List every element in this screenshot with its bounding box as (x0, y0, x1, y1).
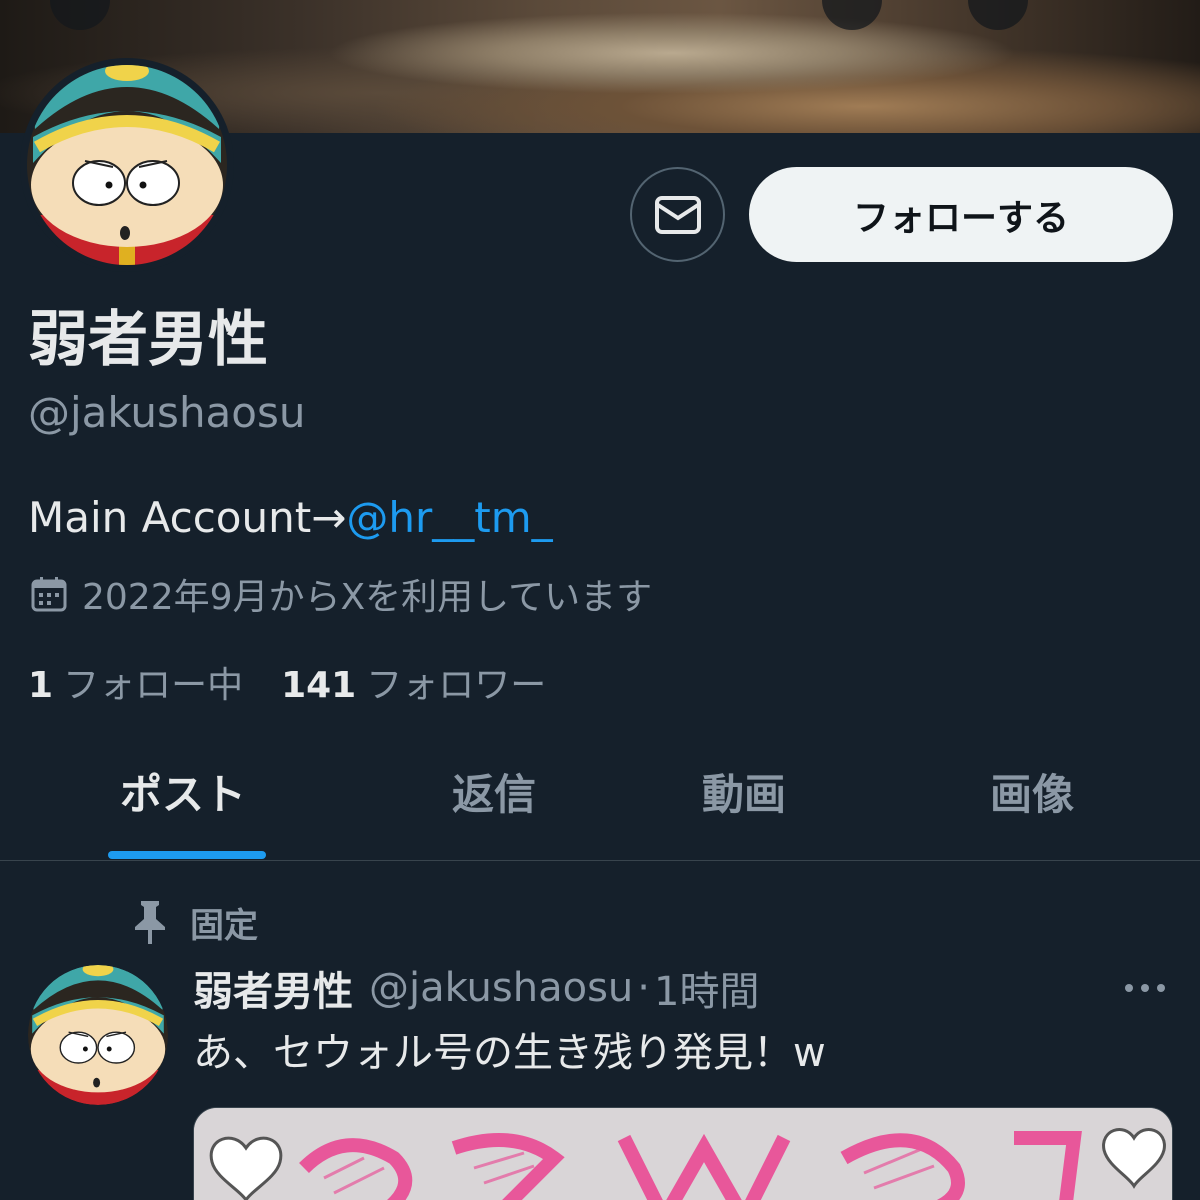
bio-text: Main Account→ (28, 493, 347, 542)
post-image-content (194, 1108, 1172, 1200)
follow-button[interactable]: フォローする (749, 167, 1173, 262)
post-author-handle[interactable]: @jakushaosu (369, 965, 633, 1011)
post-author-avatar[interactable] (28, 965, 168, 1105)
followers-count: 141 (281, 665, 357, 706)
more-dots-icon (1125, 984, 1165, 992)
post-more-button[interactable] (1120, 970, 1170, 1006)
pin-icon (135, 901, 165, 944)
more-options-button[interactable] (968, 0, 1028, 30)
cartman-avatar-image (27, 65, 227, 265)
post-header: 弱者男性 @jakushaosu · 1時間 (193, 960, 759, 1016)
message-button[interactable] (630, 167, 725, 262)
profile-bio: Main Account→@hr__tm_ (28, 490, 553, 546)
followers-link[interactable]: 141 フォロワー (281, 656, 546, 708)
profile-tabs: ポスト 返信 動画 画像 (0, 735, 1200, 861)
mail-icon (654, 195, 701, 234)
tab-posts[interactable]: ポスト (120, 765, 246, 825)
calendar-icon (31, 577, 67, 612)
follow-stats: 1 フォロー中 141 フォロワー (28, 656, 546, 708)
profile-handle: @jakushaosu (28, 388, 306, 437)
active-tab-indicator (108, 851, 266, 859)
bio-mention-link[interactable]: @hr__tm_ (346, 493, 552, 542)
joined-date: 2022年9月からXを利用しています (30, 568, 652, 620)
profile-display-name: 弱者男性 (28, 305, 268, 375)
pinned-indicator: 固定 (132, 897, 258, 947)
post-media-image[interactable] (193, 1107, 1173, 1200)
joined-text: 2022年9月からXを利用しています (82, 577, 653, 618)
followers-label: フォロワー (366, 665, 547, 706)
pinned-label: 固定 (190, 905, 258, 946)
profile-avatar[interactable] (20, 58, 234, 272)
following-link[interactable]: 1 フォロー中 (28, 656, 243, 708)
profile-page: フォローする 弱者男性 @jakushaosu Main Account→@hr… (0, 0, 1200, 1200)
post-separator: · (637, 965, 650, 1011)
following-label: フォロー中 (63, 665, 244, 706)
tab-images[interactable]: 画像 (990, 765, 1074, 825)
post-author-name[interactable]: 弱者男性 (193, 959, 353, 1017)
cartman-avatar-image (28, 965, 168, 1105)
search-button[interactable] (822, 0, 882, 30)
post-timestamp[interactable]: 1時間 (654, 959, 759, 1017)
post-text: あ、セウォル号の生き残り発見！w (193, 1030, 826, 1076)
tab-replies[interactable]: 返信 (452, 765, 536, 825)
back-button[interactable] (50, 0, 110, 30)
tab-videos[interactable]: 動画 (702, 765, 786, 825)
following-count: 1 (28, 665, 54, 706)
